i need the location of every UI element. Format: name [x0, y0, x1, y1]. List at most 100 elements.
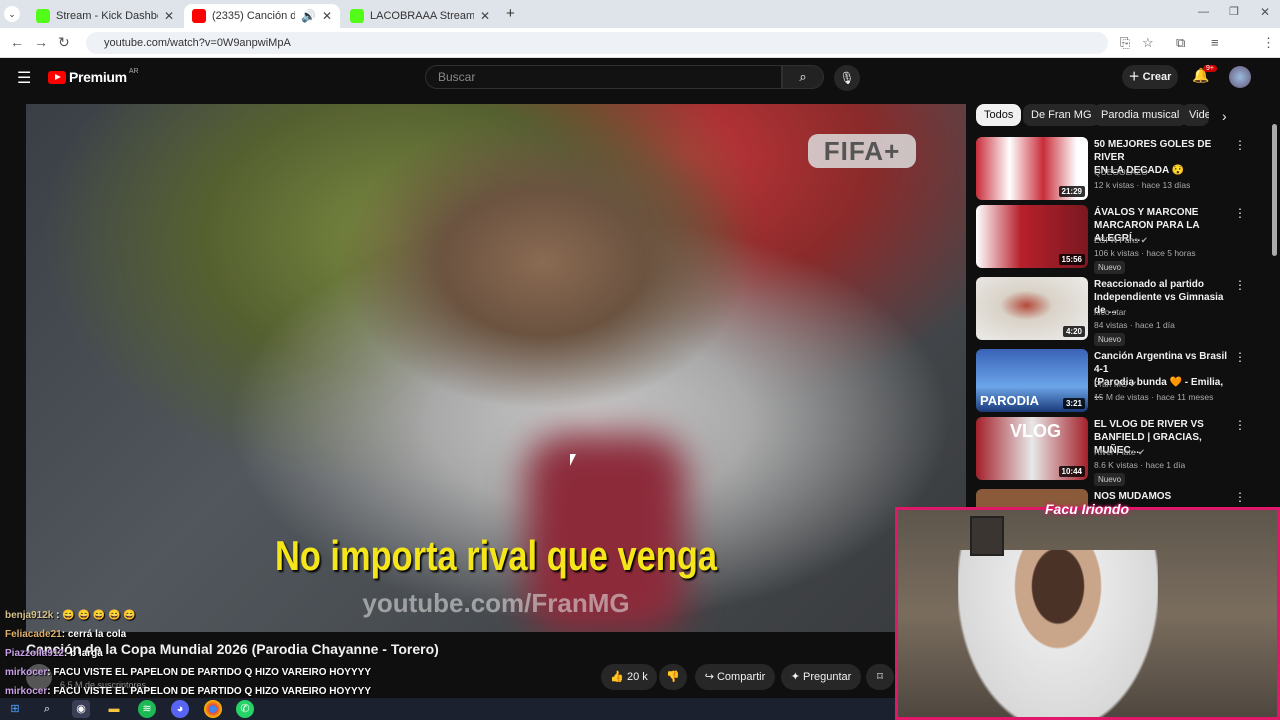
windows-start-icon[interactable]: ⊞: [6, 700, 24, 718]
speaker-icon[interactable]: 🔊: [301, 9, 316, 23]
whatsapp-icon[interactable]: ✆: [236, 700, 254, 718]
logo-text: Premium: [69, 69, 127, 85]
rec-thumbnail[interactable]: 15:56: [976, 205, 1088, 268]
chip-videos[interactable]: Vide: [1181, 104, 1209, 126]
sparkle-icon: ✦: [790, 671, 800, 683]
more-options-icon[interactable]: ⋮: [1234, 350, 1246, 364]
thumb-caption: PARODIA: [980, 393, 1039, 408]
rec-thumbnail[interactable]: 21:29: [976, 137, 1088, 200]
rec-channel[interactable]: River Plate ✔: [1094, 447, 1145, 458]
rec-thumbnail[interactable]: VLOG 10:44: [976, 417, 1088, 480]
spotify-icon[interactable]: ≋: [138, 700, 156, 718]
chat-message: mirkocer: FACU VISTE EL PAPELON DE PARTI…: [5, 686, 371, 697]
chat-username: mirkocer: [5, 686, 48, 697]
media-control-icon[interactable]: ≡: [1211, 35, 1219, 50]
close-tab-icon[interactable]: ✕: [480, 9, 490, 23]
rec-channel[interactable]: nico star: [1094, 307, 1126, 317]
search-input[interactable]: Buscar: [425, 65, 782, 89]
region-code: AR: [128, 67, 139, 75]
tab-lacobraaa-stream[interactable]: LACOBRAAA Stream - Watch Li ✕: [342, 4, 498, 28]
close-tab-icon[interactable]: ✕: [322, 9, 332, 23]
page-scrollbar[interactable]: [1272, 124, 1277, 256]
ask-label: Preguntar: [802, 671, 852, 683]
more-options-icon[interactable]: ⋮: [1234, 138, 1246, 152]
share-label: Compartir: [716, 671, 766, 683]
obs-icon[interactable]: ◉: [72, 700, 90, 718]
install-app-icon[interactable]: ⎘: [1120, 35, 1130, 51]
video-lyric-subtitle: No importa rival que venga: [274, 532, 718, 579]
youtube-play-icon: [48, 70, 66, 84]
chat-message: Piazzolla912: b larga: [5, 648, 103, 659]
video-duration: 21:29: [1058, 186, 1085, 197]
youtube-logo[interactable]: Premium AR: [48, 67, 139, 85]
extensions-icon[interactable]: ⧉: [1176, 35, 1185, 51]
chat-message: Feliacade21: cerrá la cola: [5, 629, 126, 640]
tab-title: LACOBRAAA Stream - Watch Li: [370, 10, 474, 22]
dislike-button[interactable]: 👎: [659, 664, 687, 690]
rec-thumbnail[interactable]: 4:20: [976, 277, 1088, 340]
voice-search-button[interactable]: 🎙: [834, 65, 860, 91]
account-avatar[interactable]: [1229, 66, 1251, 88]
like-button[interactable]: 👍 20 k: [601, 664, 657, 690]
search-icon[interactable]: ⌕: [38, 700, 56, 718]
wall-picture: [970, 516, 1004, 556]
chip-de-fran-mg[interactable]: De Fran MG: [1023, 104, 1100, 126]
chevron-right-icon[interactable]: ›: [1222, 108, 1227, 124]
tab-search-icon[interactable]: ⌄: [4, 6, 20, 22]
rec-channel[interactable]: QUEGOLAZO: [1094, 167, 1148, 177]
thumbs-up-icon: 👍: [610, 671, 624, 683]
windows-taskbar: ⊞ ⌕ ◉ ▬ ≋ ◕ ✆: [0, 698, 895, 720]
browser-tab-strip: ⌄ Stream - Kick Dashboard ✕ (2335) Canci…: [0, 0, 1280, 28]
file-explorer-icon[interactable]: ▬: [105, 700, 123, 718]
ask-button[interactable]: ✦ Preguntar: [781, 664, 861, 690]
more-options-icon[interactable]: ⋮: [1234, 418, 1246, 432]
search-icon: ⌕: [799, 69, 807, 84]
close-tab-icon[interactable]: ✕: [164, 9, 174, 23]
new-badge: Nuevo: [1094, 473, 1126, 486]
share-button[interactable]: ↪ Compartir: [695, 664, 775, 690]
chat-text: : FACU VISTE EL PAPELON DE PARTIDO Q HIZ…: [47, 667, 371, 678]
tab-kick-dashboard[interactable]: Stream - Kick Dashboard ✕: [28, 4, 182, 28]
minimize-icon[interactable]: —: [1198, 6, 1209, 18]
rec-meta: 12 k vistas · hace 13 días: [1094, 180, 1191, 190]
tab-youtube-active[interactable]: (2335) Canción de la Copa 🔊 ✕: [184, 4, 340, 28]
rec-channel[interactable]: Fran MG ✔: [1094, 379, 1137, 390]
new-tab-button[interactable]: +: [506, 5, 515, 22]
maximize-icon[interactable]: ❐: [1229, 5, 1239, 18]
bookmark-icon: ⌑: [877, 671, 883, 683]
more-options-icon[interactable]: ⋮: [1234, 206, 1246, 220]
chat-username: benja912k: [5, 610, 54, 621]
video-duration: 15:56: [1058, 254, 1085, 265]
search-placeholder: Buscar: [438, 70, 476, 84]
hamburger-menu-icon[interactable]: ☰: [17, 68, 31, 88]
search-button[interactable]: ⌕: [782, 65, 824, 89]
rec-meta: 84 vistas · hace 1 día: [1094, 320, 1175, 330]
create-button[interactable]: ＋ Crear: [1122, 65, 1178, 89]
chat-message: mirkocer: FACU VISTE EL PAPELON DE PARTI…: [5, 667, 371, 678]
chip-todos[interactable]: Todos: [976, 104, 1022, 126]
notification-count-badge: 9+: [1203, 65, 1217, 72]
forward-icon[interactable]: →: [34, 34, 48, 50]
bookmark-star-icon[interactable]: ☆: [1142, 35, 1154, 51]
chat-text: : FACU VISTE EL PAPELON DE PARTIDO Q HIZ…: [47, 686, 371, 697]
address-bar[interactable]: youtube.com/watch?v=0W9anpwiMpA: [86, 32, 1108, 54]
mouse-cursor-icon: [570, 454, 582, 466]
kick-favicon-icon: [36, 9, 50, 23]
back-icon[interactable]: ←: [10, 34, 24, 50]
chat-message: benja912k : 😄 😄 😄 😄 😄: [5, 610, 136, 621]
close-window-icon[interactable]: ✕: [1260, 5, 1270, 19]
discord-icon[interactable]: ◕: [171, 700, 189, 718]
reload-icon[interactable]: ↻: [58, 34, 70, 51]
chip-parodia-musical[interactable]: Parodia musical: [1093, 104, 1188, 126]
video-player[interactable]: FIFA+ No importa rival que venga youtube…: [26, 104, 966, 632]
more-options-icon[interactable]: ⋮: [1234, 490, 1246, 504]
rec-thumbnail[interactable]: PARODIA 3:21: [976, 349, 1088, 412]
rec-meta: 106 k vistas · hace 5 horas: [1094, 248, 1196, 258]
chrome-icon[interactable]: [204, 700, 222, 718]
save-button[interactable]: ⌑: [866, 664, 894, 690]
browser-toolbar: ← → ↻ youtube.com/watch?v=0W9anpwiMpA ⎘ …: [0, 28, 1280, 77]
more-options-icon[interactable]: ⋮: [1234, 278, 1246, 292]
browser-menu-icon[interactable]: ⋮: [1262, 35, 1275, 51]
tab-title: Stream - Kick Dashboard: [56, 10, 158, 22]
rec-channel[interactable]: ESPN Fans ✔: [1094, 235, 1148, 246]
